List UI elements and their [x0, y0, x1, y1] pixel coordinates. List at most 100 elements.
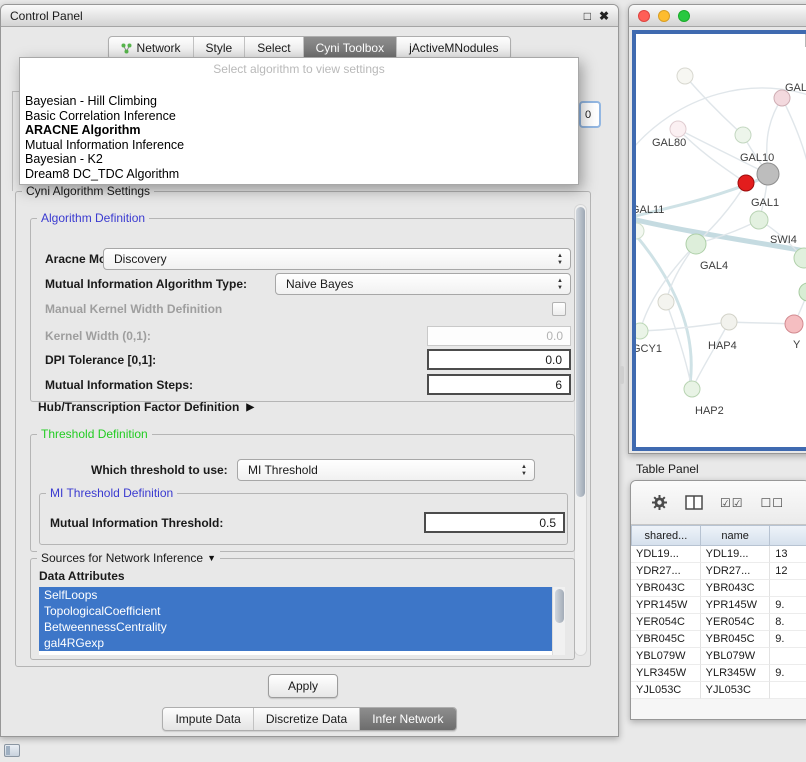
menu-item-bayesian-hill-climbing[interactable]: Bayesian - Hill Climbing: [20, 94, 578, 109]
tab-impute-data[interactable]: Impute Data: [163, 708, 252, 730]
node-gal1[interactable]: [750, 211, 768, 229]
table-cell[interactable]: YPR145W: [631, 597, 701, 614]
settings-scrollbar[interactable]: [574, 204, 587, 656]
table-cell[interactable]: YDR27...: [701, 563, 771, 580]
list-item[interactable]: TopologicalCoefficient: [39, 603, 552, 619]
list-item[interactable]: gal4RGexp: [39, 635, 552, 651]
column-header-clipped[interactable]: [770, 525, 806, 546]
network-canvas[interactable]: GAL8 GAL80 GAL10 GAL11 GAL1 SWI4 GAL4 GC…: [632, 30, 806, 451]
node-unlabeled[interactable]: [677, 68, 693, 84]
node-label: GAL10: [740, 152, 774, 164]
table-cell[interactable]: YDR27...: [631, 563, 701, 580]
node-gcy1[interactable]: [636, 323, 648, 339]
dpi-tolerance-field[interactable]: 0.0: [427, 349, 571, 370]
table-cell[interactable]: 9.: [770, 665, 806, 682]
column-header-shared[interactable]: shared...: [631, 525, 701, 546]
table-cell[interactable]: 9.: [770, 631, 806, 648]
mi-steps-field[interactable]: 6: [427, 374, 571, 395]
table-cell[interactable]: 12: [770, 563, 806, 580]
node-unlabeled[interactable]: [658, 294, 674, 310]
mi-threshold-field[interactable]: 0.5: [424, 512, 565, 533]
apply-button[interactable]: Apply: [268, 674, 338, 698]
hub-definition-toggle[interactable]: Hub/Transcription Factor Definition ▶: [38, 400, 254, 414]
manual-kernel-width-checkbox[interactable]: [552, 302, 566, 316]
table-cell[interactable]: YBR045C: [701, 631, 771, 648]
node-gal80[interactable]: [670, 121, 686, 137]
table-cell[interactable]: YLR345W: [631, 665, 701, 682]
node-hap2[interactable]: [684, 381, 700, 397]
table-cell[interactable]: YLR345W: [701, 665, 771, 682]
tab-discretize-data[interactable]: Discretize Data: [253, 708, 359, 730]
table-header-row: shared... name: [631, 525, 806, 546]
control-panel-window: Control Panel □ ✖ Network Style Se: [0, 4, 619, 737]
node-y-clipped[interactable]: [785, 315, 803, 333]
aracne-mode-select[interactable]: Discovery ▲▼: [103, 248, 571, 270]
table-cell[interactable]: YDL19...: [631, 546, 701, 563]
menu-item-aracne[interactable]: ARACNE Algorithm: [20, 123, 578, 138]
node-label: GAL11: [636, 204, 664, 216]
node-unlabeled[interactable]: [735, 127, 751, 143]
table-cell[interactable]: 13: [770, 546, 806, 563]
tab-select[interactable]: Select: [244, 37, 302, 59]
close-button[interactable]: [638, 10, 650, 22]
threshold-definition-group: Threshold Definition Which threshold to …: [30, 434, 575, 552]
cyni-algorithm-settings-group: Cyni Algorithm Settings Algorithm Defini…: [15, 191, 591, 667]
table-cell[interactable]: YJL053C: [631, 682, 701, 699]
float-window-icon[interactable]: □: [584, 10, 591, 22]
tab-style[interactable]: Style: [193, 37, 245, 59]
mi-algorithm-type-select[interactable]: Naive Bayes ▲▼: [275, 273, 571, 295]
node-unlabeled[interactable]: [799, 283, 806, 301]
select-all-checkboxes-icon[interactable]: ☑☑: [720, 496, 744, 510]
list-item[interactable]: BetweennessCentrality: [39, 619, 552, 635]
list-item[interactable]: SelfLoops: [39, 587, 552, 603]
sources-group: Sources for Network Inference ▼ Data Att…: [30, 558, 575, 660]
table-cell[interactable]: YER054C: [701, 614, 771, 631]
minimize-button[interactable]: [658, 10, 670, 22]
node-hap4[interactable]: [721, 314, 737, 330]
table-cell[interactable]: YBR045C: [631, 631, 701, 648]
table-cell[interactable]: YJL053C: [701, 682, 771, 699]
deselect-all-checkboxes-icon[interactable]: ☐☐: [761, 496, 785, 510]
list-scrollbar[interactable]: [552, 587, 565, 655]
table-columns-icon[interactable]: [685, 495, 703, 510]
table-cell[interactable]: YBR043C: [631, 580, 701, 597]
sources-toggle[interactable]: Sources for Network Inference ▼: [37, 551, 220, 565]
menu-item-mutual-information[interactable]: Mutual Information Inference: [20, 138, 578, 153]
expanded-arrow-icon: ▼: [207, 553, 216, 563]
table-cell[interactable]: YBL079W: [631, 648, 701, 665]
network-window-titlebar[interactable]: [629, 5, 806, 27]
table-cell[interactable]: 8.: [770, 614, 806, 631]
table-cell[interactable]: YBR043C: [701, 580, 771, 597]
which-threshold-label: Which threshold to use:: [91, 459, 228, 481]
menu-item-bayesian-k2[interactable]: Bayesian - K2: [20, 152, 578, 167]
table-cell[interactable]: YPR145W: [701, 597, 771, 614]
list-scrollbar-thumb[interactable]: [555, 589, 564, 623]
tab-jactivemnodules[interactable]: jActiveMNodules: [396, 37, 510, 59]
column-header-name[interactable]: name: [701, 525, 771, 546]
node-gal10[interactable]: [757, 163, 779, 185]
close-window-icon[interactable]: ✖: [599, 10, 609, 22]
table-cell[interactable]: [770, 648, 806, 665]
table-cell[interactable]: [770, 682, 806, 699]
tab-infer-network[interactable]: Infer Network: [359, 708, 455, 730]
tab-cyni-toolbox[interactable]: Cyni Toolbox: [303, 37, 396, 59]
tab-network[interactable]: Network: [109, 37, 193, 59]
control-panel-titlebar[interactable]: Control Panel □ ✖: [1, 5, 618, 27]
table-cell[interactable]: YDL19...: [701, 546, 771, 563]
node-gal4[interactable]: [686, 234, 706, 254]
zoom-button[interactable]: [678, 10, 690, 22]
minimized-panel-icon[interactable]: [4, 744, 20, 757]
which-threshold-select[interactable]: MI Threshold ▲▼: [237, 459, 535, 481]
menu-item-basic-correlation[interactable]: Basic Correlation Inference: [20, 109, 578, 124]
table-cell[interactable]: [770, 580, 806, 597]
table-cell[interactable]: YER054C: [631, 614, 701, 631]
settings-scrollbar-thumb[interactable]: [576, 207, 585, 497]
panel-splitter-handle[interactable]: [620, 366, 624, 384]
node-selected-red[interactable]: [738, 175, 754, 191]
menu-item-dream8[interactable]: Dream8 DC_TDC Algorithm: [20, 167, 578, 182]
node-gal11[interactable]: [636, 223, 644, 239]
table-cell[interactable]: YBL079W: [701, 648, 771, 665]
gear-icon[interactable]: [651, 494, 668, 511]
kernel-width-field[interactable]: 0.0: [427, 326, 571, 346]
table-cell[interactable]: 9.: [770, 597, 806, 614]
